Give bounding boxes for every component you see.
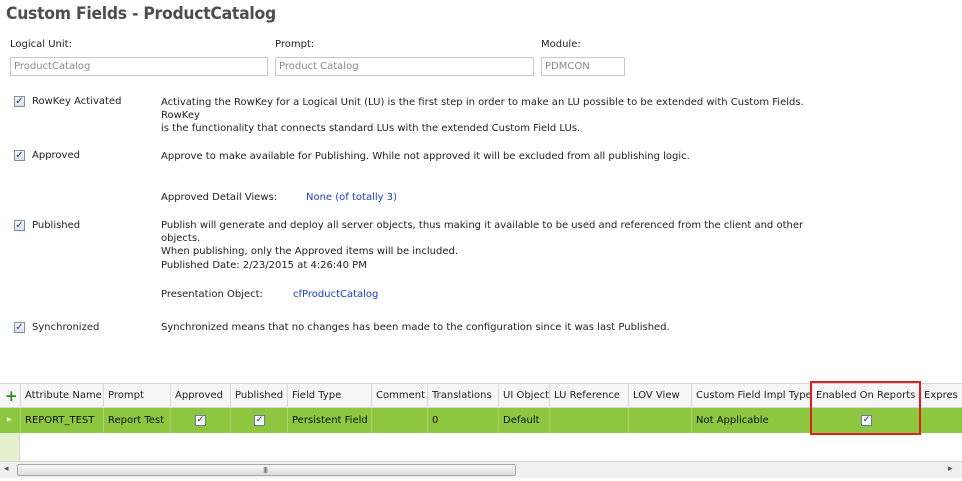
- column-header-comment[interactable]: Comment: [372, 384, 428, 408]
- approved-description: Approve to make available for Publishing…: [161, 151, 690, 162]
- column-header-lov-view[interactable]: LOV View: [629, 384, 692, 408]
- published-label: Published: [32, 220, 81, 231]
- presentation-object-label: Presentation Object:: [161, 289, 263, 300]
- approved-label: Approved: [32, 150, 80, 161]
- synchronized-checkbox[interactable]: ✓: [14, 322, 25, 333]
- column-header-translations[interactable]: Translations: [428, 384, 499, 408]
- cell-field-type[interactable]: Persistent Field: [288, 408, 372, 433]
- approved-detail-views-label: Approved Detail Views:: [161, 192, 278, 203]
- rowkey-description-line1: Activating the RowKey for a Logical Unit…: [161, 97, 804, 121]
- grid-row-header-strip: [0, 433, 20, 461]
- cell-prompt[interactable]: Report Test: [104, 408, 171, 433]
- prompt-label: Prompt:: [275, 39, 315, 50]
- module-field[interactable]: PDMCON: [541, 57, 625, 76]
- column-header-approved[interactable]: Approved: [171, 384, 231, 408]
- row-selector-icon[interactable]: ▸: [0, 408, 21, 433]
- approved-detail-views-link[interactable]: None (of totally 3): [306, 191, 397, 204]
- column-header-prompt[interactable]: Prompt: [104, 384, 171, 408]
- column-header-impl-type[interactable]: Custom Field Impl Type: [692, 384, 812, 408]
- rowkey-label: RowKey Activated: [32, 96, 122, 107]
- rowkey-description: Activating the RowKey for a Logical Unit…: [161, 96, 841, 135]
- grid-empty-area: [0, 433, 962, 461]
- cell-translations[interactable]: 0: [428, 408, 499, 433]
- cell-lov-view[interactable]: [629, 408, 692, 433]
- cell-ui-object[interactable]: Default: [499, 408, 550, 433]
- cell-approved[interactable]: ✓: [171, 408, 231, 433]
- scroll-right-icon[interactable]: ▸: [948, 464, 953, 474]
- rowkey-description-line2: is the functionality that connects stand…: [161, 123, 581, 134]
- column-header-attribute-name[interactable]: Attribute Name: [21, 384, 104, 408]
- published-date: Published Date: 2/23/2015 at 4:26:40 PM: [161, 260, 367, 271]
- published-description: Publish will generate and deploy all ser…: [161, 219, 841, 258]
- cell-lu-reference[interactable]: [550, 408, 629, 433]
- scroll-left-icon[interactable]: ◂: [4, 464, 9, 474]
- synchronized-label: Synchronized: [32, 322, 100, 333]
- cell-impl-type[interactable]: Not Applicable: [692, 408, 812, 433]
- plus-icon[interactable]: +: [0, 384, 21, 408]
- column-header-expression[interactable]: Expres: [920, 384, 962, 408]
- horizontal-scrollbar[interactable]: ◂ III ▸: [0, 461, 962, 478]
- scrollbar-grip-icon: III: [263, 466, 268, 475]
- cell-expression[interactable]: [920, 408, 962, 433]
- column-header-ui-object[interactable]: UI Object: [499, 384, 550, 408]
- published-grid-checkbox[interactable]: ✓: [254, 414, 265, 426]
- scrollbar-thumb[interactable]: III: [17, 464, 516, 476]
- cell-comment[interactable]: [372, 408, 428, 433]
- column-header-published[interactable]: Published: [231, 384, 288, 408]
- logical-unit-field[interactable]: ProductCatalog: [10, 57, 268, 76]
- enabled-on-reports-highlight: [810, 381, 921, 435]
- presentation-object-link[interactable]: cfProductCatalog: [293, 288, 378, 301]
- published-description-line2: When publishing, only the Approved items…: [161, 246, 459, 257]
- module-label: Module:: [541, 39, 581, 50]
- column-header-lu-reference[interactable]: LU Reference: [550, 384, 629, 408]
- column-header-field-type[interactable]: Field Type: [288, 384, 372, 408]
- approved-grid-checkbox[interactable]: ✓: [195, 414, 206, 426]
- published-description-line1: Publish will generate and deploy all ser…: [161, 220, 804, 244]
- published-checkbox[interactable]: ✓: [14, 220, 25, 231]
- prompt-field[interactable]: Product Catalog: [275, 57, 534, 76]
- cell-published[interactable]: ✓: [231, 408, 288, 433]
- page-title: Custom Fields - ProductCatalog: [6, 4, 276, 24]
- approved-checkbox[interactable]: ✓: [14, 150, 25, 161]
- synchronized-description: Synchronized means that no changes has b…: [161, 322, 670, 333]
- rowkey-checkbox[interactable]: ✓: [14, 96, 25, 107]
- cell-attribute-name[interactable]: REPORT_TEST: [21, 408, 104, 433]
- logical-unit-label: Logical Unit:: [10, 39, 72, 50]
